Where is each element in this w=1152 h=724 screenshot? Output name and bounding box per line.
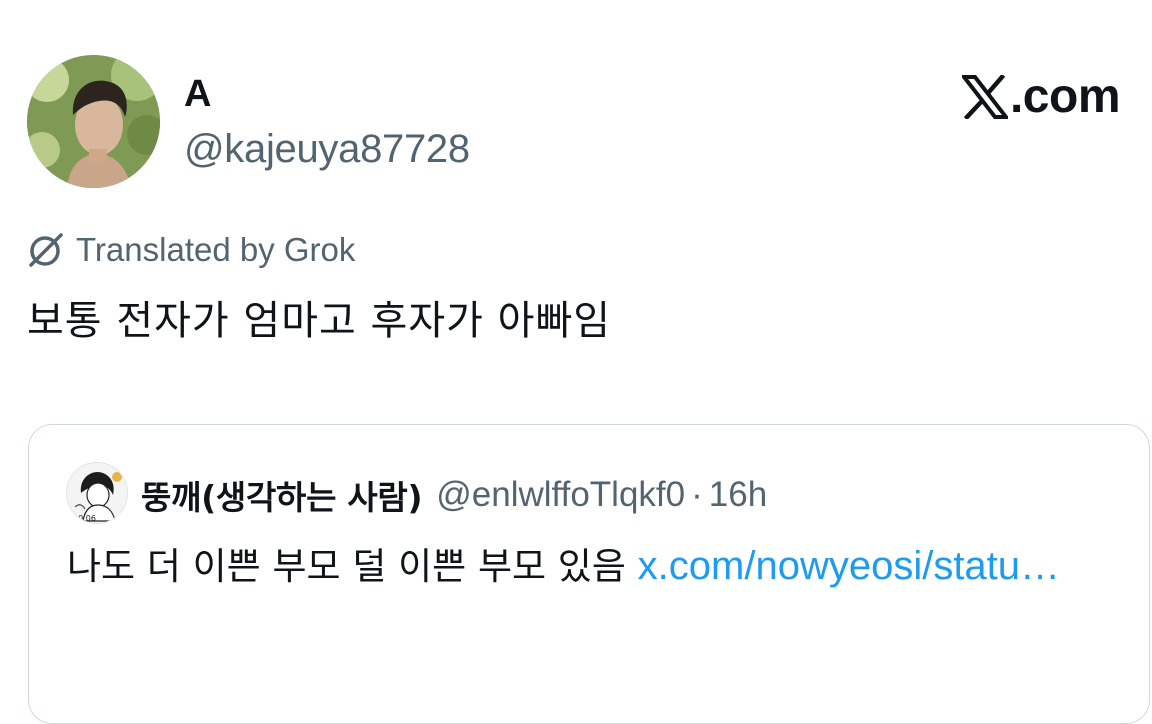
quoted-tweet-header: 뚱깨(생각하는 사람) @enlwlffoTlqkf0 · 16h: [141, 471, 767, 519]
quoted-author-display-name[interactable]: 뚱깨(생각하는 사람): [141, 471, 423, 519]
quoted-tweet-card[interactable]: 10.06 뚱깨(생각하는 사람) @enlwlffoTlqkf0 · 16h …: [28, 424, 1150, 724]
brand-domain-text: .com: [1009, 70, 1121, 123]
tweet-text: 보통 전자가 엄마고 후자가 아빠임: [27, 298, 612, 344]
quoted-tweet-link[interactable]: x.com/nowyeosi/statu…: [638, 544, 1060, 588]
quoted-tweet-body: 나도 더 이쁜 부모 덜 이쁜 부모 있음: [67, 545, 638, 588]
grok-icon: [29, 233, 63, 267]
profile-photo-icon: [27, 55, 160, 188]
profile-drawing-icon: 10.06: [67, 463, 127, 523]
quoted-tweet-text: 나도 더 이쁜 부모 덜 이쁜 부모 있음 x.com/nowyeosi/sta…: [67, 537, 1127, 596]
author-display-name[interactable]: A: [184, 72, 211, 116]
quoted-tweet-timestamp[interactable]: 16h: [709, 475, 767, 515]
translation-notice: Translated by Grok: [26, 228, 355, 272]
separator-dot: ·: [691, 475, 703, 514]
x-logo-icon: [961, 75, 1008, 119]
svg-text:10.06: 10.06: [73, 514, 96, 523]
author-avatar[interactable]: [27, 55, 160, 188]
quoted-author-avatar[interactable]: 10.06: [66, 462, 128, 524]
quoted-author-handle[interactable]: @enlwlffoTlqkf0: [436, 475, 685, 515]
translation-label: Translated by Grok: [76, 231, 356, 268]
author-handle[interactable]: @kajeuya87728: [184, 126, 470, 172]
x-com-brand: .com: [961, 70, 1121, 124]
